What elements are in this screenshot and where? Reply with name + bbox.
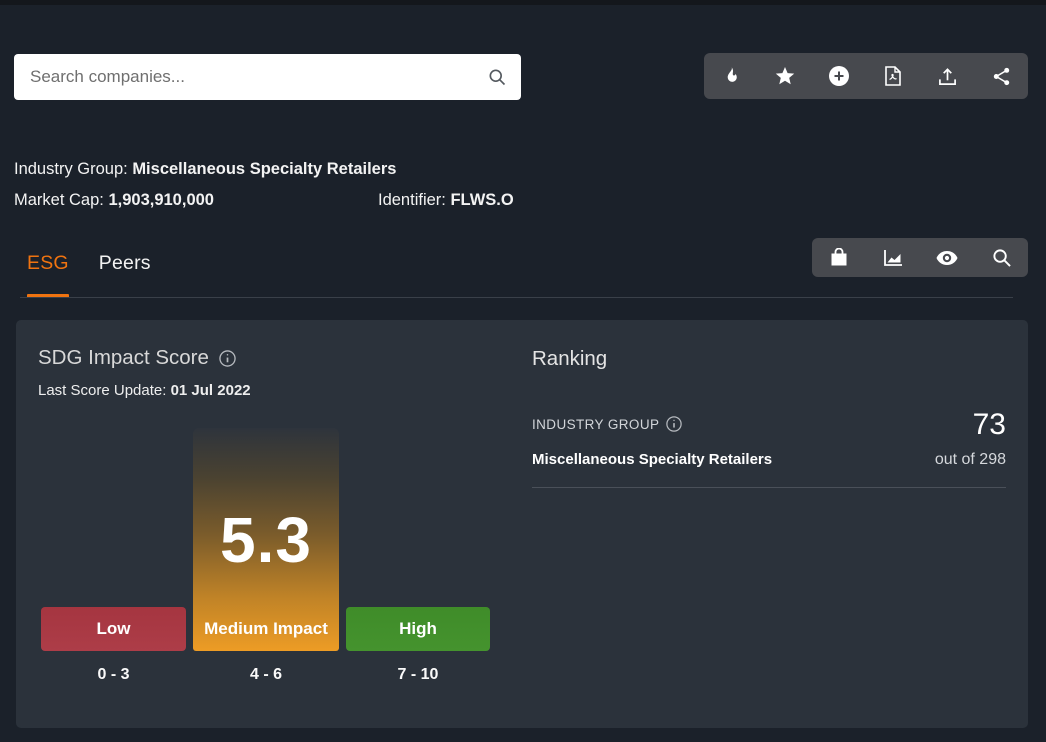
- sdg-title: SDG Impact Score: [38, 346, 209, 370]
- industry-group-row: Industry Group: Miscellaneous Specialty …: [14, 160, 714, 182]
- tab-peers[interactable]: Peers: [92, 252, 158, 298]
- sdg-info-icon[interactable]: [219, 350, 236, 367]
- search-icon[interactable]: [487, 67, 507, 87]
- upload-icon[interactable]: [930, 59, 964, 93]
- ranking-group-label: INDUSTRY GROUP: [532, 417, 659, 432]
- eye-icon[interactable]: [930, 241, 964, 275]
- low-band-label: Low: [97, 619, 131, 639]
- industry-group-value: Miscellaneous Specialty Retailers: [132, 160, 396, 178]
- identifier-pair: Identifier: FLWS.O: [378, 191, 514, 210]
- tabs: ESG Peers: [20, 252, 174, 298]
- low-band: Low: [41, 607, 186, 651]
- low-range: 0 - 3: [41, 666, 186, 684]
- market-cap-label: Market Cap:: [14, 191, 108, 209]
- tab-peers-label: Peers: [99, 252, 151, 294]
- esg-card: SDG Impact Score Last Score Update: 01 J…: [16, 320, 1028, 728]
- sdg-title-row: SDG Impact Score: [38, 346, 236, 370]
- search-input[interactable]: [30, 67, 487, 87]
- top-toolbar: [704, 53, 1028, 99]
- identifier-label: Identifier:: [378, 191, 450, 209]
- high-range: 7 - 10: [346, 666, 490, 684]
- sdg-last-update: Last Score Update: 01 Jul 2022: [38, 382, 251, 399]
- sdg-score-gauge: 5.3 Medium Impact: [193, 428, 339, 651]
- identifier-value: FLWS.O: [450, 191, 513, 209]
- star-icon[interactable]: [768, 59, 802, 93]
- search-icon[interactable]: [984, 241, 1018, 275]
- area-chart-icon[interactable]: [876, 241, 910, 275]
- high-band: High: [346, 607, 490, 651]
- market-cap-row: Market Cap: 1,903,910,000 Identifier: FL…: [14, 191, 714, 213]
- ranking-out-of: out of 298: [532, 451, 1006, 469]
- add-circle-icon[interactable]: [822, 59, 856, 93]
- market-cap-value: 1,903,910,000: [108, 191, 214, 209]
- view-toolbar: [812, 238, 1028, 277]
- high-band-label: High: [399, 619, 437, 639]
- ranking-info-icon[interactable]: [666, 416, 683, 433]
- ranking-divider: [532, 487, 1006, 488]
- medium-impact-label: Medium Impact: [193, 619, 339, 639]
- sdg-last-update-value: 01 Jul 2022: [171, 382, 251, 399]
- company-info: Industry Group: Miscellaneous Specialty …: [14, 160, 714, 222]
- sdg-last-update-label: Last Score Update:: [38, 382, 171, 399]
- tab-esg-label: ESG: [27, 252, 69, 294]
- ranking-title: Ranking: [532, 347, 607, 371]
- pdf-export-icon[interactable]: [876, 59, 910, 93]
- top-strip: [0, 0, 1046, 5]
- industry-group-label: Industry Group:: [14, 160, 132, 178]
- share-icon[interactable]: [984, 59, 1018, 93]
- sdg-score-value: 5.3: [220, 503, 312, 577]
- flame-icon[interactable]: [714, 59, 748, 93]
- ranking-group-row: INDUSTRY GROUP: [532, 416, 683, 433]
- tab-esg[interactable]: ESG: [20, 252, 76, 298]
- medium-range: 4 - 6: [193, 666, 339, 684]
- portfolio-bag-icon[interactable]: [822, 241, 856, 275]
- tabs-divider: [20, 297, 1013, 298]
- page: Industry Group: Miscellaneous Specialty …: [0, 0, 1046, 742]
- company-search-bar: [14, 54, 521, 100]
